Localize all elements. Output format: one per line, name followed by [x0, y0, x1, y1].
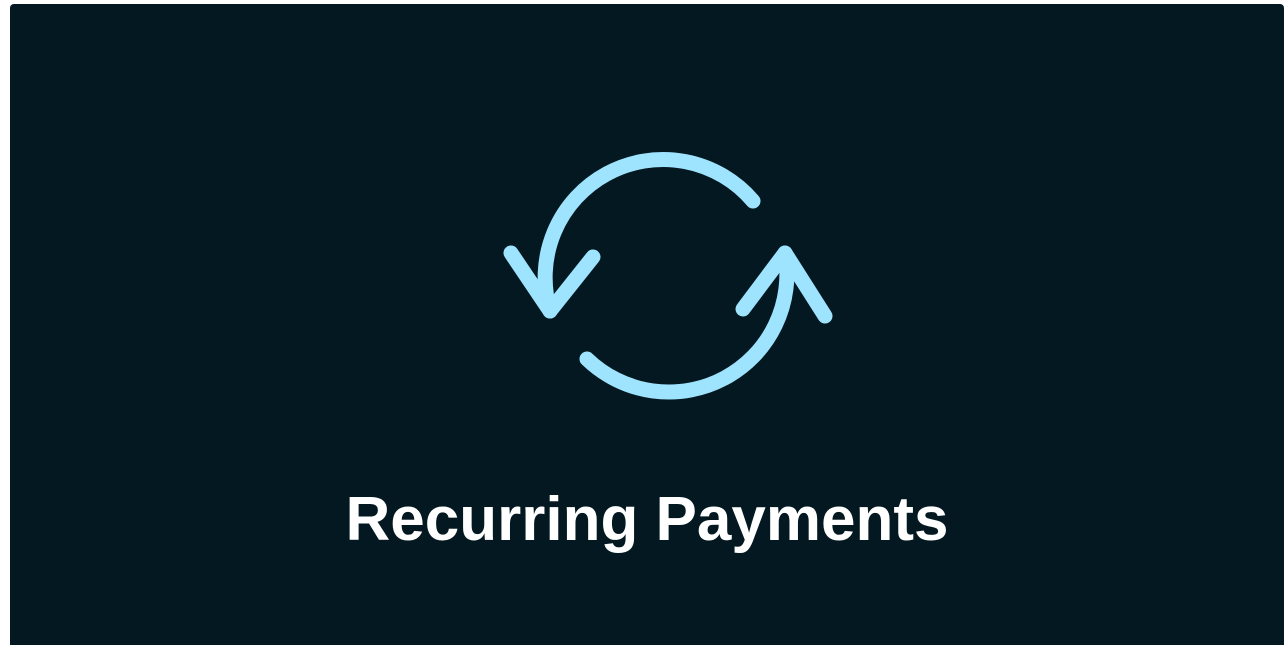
- recurring-payments-banner: Recurring Payments: [10, 4, 1284, 645]
- lower-arc: [579, 245, 795, 400]
- banner-title: Recurring Payments: [345, 485, 949, 554]
- refresh-cycle-icon: [495, 141, 845, 411]
